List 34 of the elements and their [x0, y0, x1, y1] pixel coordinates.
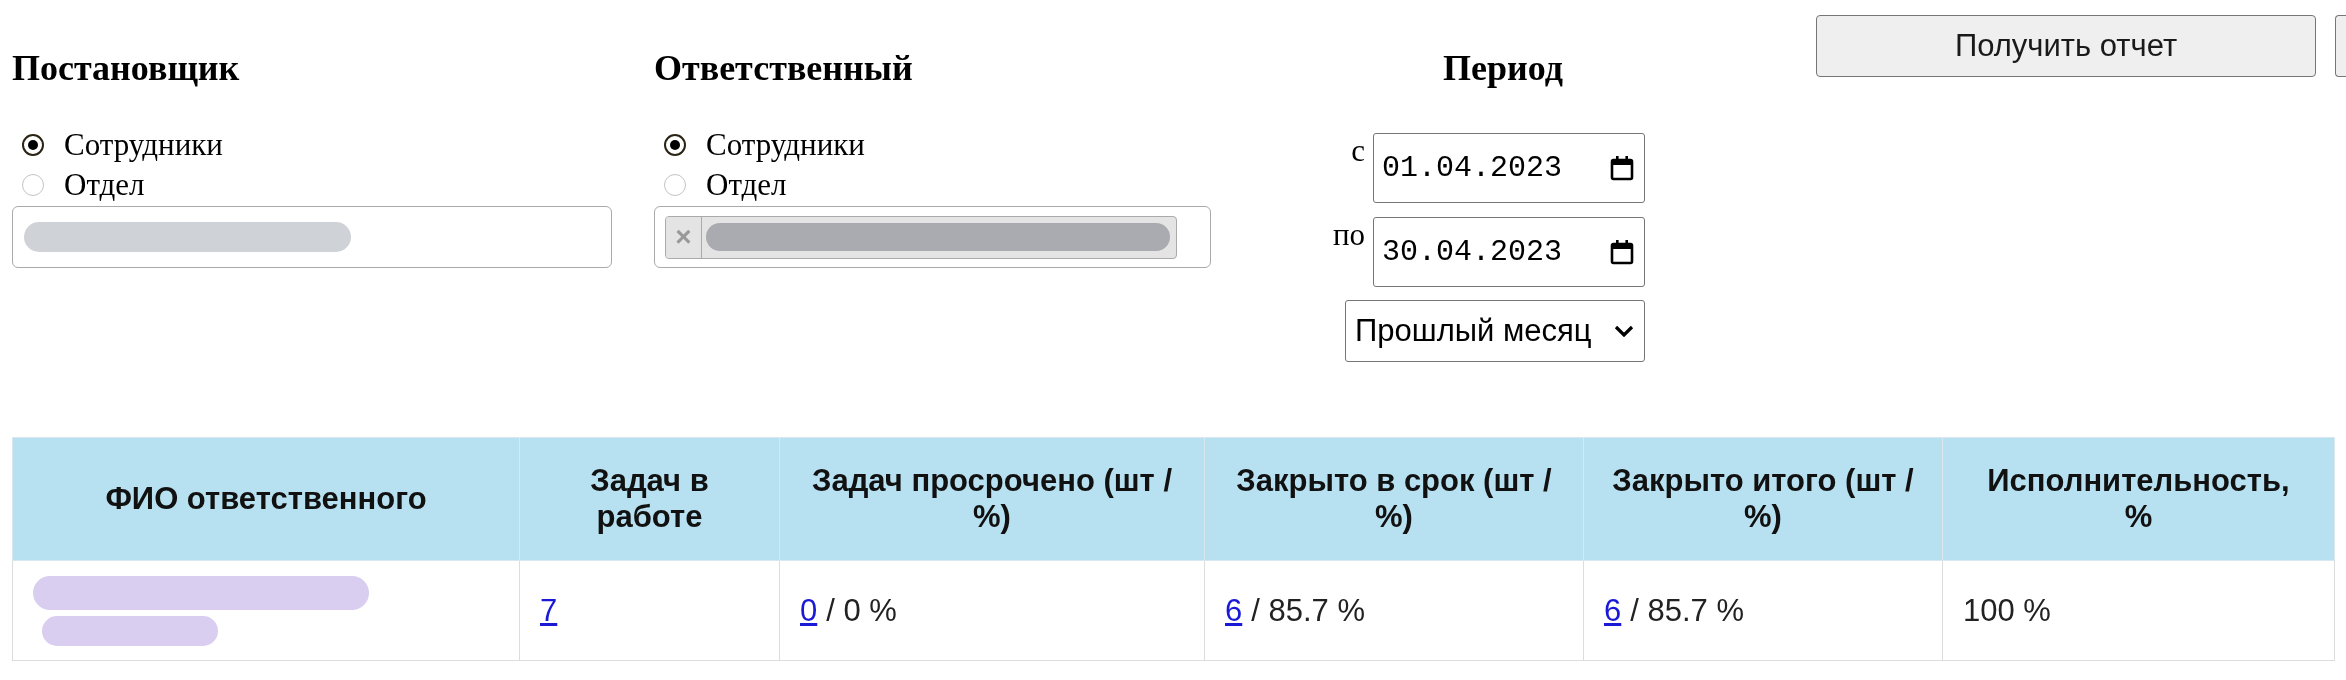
- filter-heading: Постановщик: [12, 47, 240, 89]
- radio-label[interactable]: Отдел: [64, 167, 145, 203]
- radio-button[interactable]: [664, 134, 686, 156]
- radio-label[interactable]: Отдел: [706, 167, 787, 203]
- date-field[interactable]: 30.04.2023: [1373, 217, 1645, 287]
- radio-button[interactable]: [22, 134, 44, 156]
- percent-text: / 85.7 %: [1630, 592, 1744, 628]
- date-field[interactable]: 01.04.2023: [1373, 133, 1645, 203]
- percent-text: / 0 %: [826, 592, 897, 628]
- table-cell: 100 %: [1942, 560, 2335, 661]
- column-header: Закрыто в срок (шт / %): [1204, 437, 1584, 561]
- filter-heading: Ответственный: [654, 47, 913, 89]
- date-label: по: [1332, 217, 1365, 253]
- radio-label[interactable]: Сотрудники: [706, 127, 865, 163]
- report-button[interactable]: Получить отчет: [1816, 15, 2316, 77]
- period-heading: Период: [1443, 47, 1563, 89]
- clipped-button[interactable]: [2335, 15, 2346, 77]
- select-field[interactable]: [12, 206, 612, 268]
- radio-label[interactable]: Сотрудники: [64, 127, 223, 163]
- column-header: Задач в работе: [519, 437, 780, 561]
- calendar-icon[interactable]: [1610, 155, 1634, 181]
- count-link[interactable]: 6: [1225, 592, 1243, 628]
- column-header: Исполнительность, %: [1942, 437, 2335, 561]
- calendar-icon[interactable]: [1610, 239, 1634, 265]
- count-link[interactable]: 6: [1604, 592, 1622, 628]
- column-header: Задач просрочено (шт / %): [779, 437, 1205, 561]
- count-link[interactable]: 0: [800, 592, 818, 628]
- period-select[interactable]: Прошлый месяц: [1345, 300, 1645, 362]
- date-label: с: [1351, 133, 1365, 169]
- percent-text: / 85.7 %: [1251, 592, 1365, 628]
- column-header: Закрыто итого (шт / %): [1583, 437, 1943, 561]
- chevron-down-icon: [1614, 325, 1634, 337]
- column-header: ФИО ответственного: [12, 437, 520, 561]
- count-link[interactable]: 7: [540, 592, 558, 628]
